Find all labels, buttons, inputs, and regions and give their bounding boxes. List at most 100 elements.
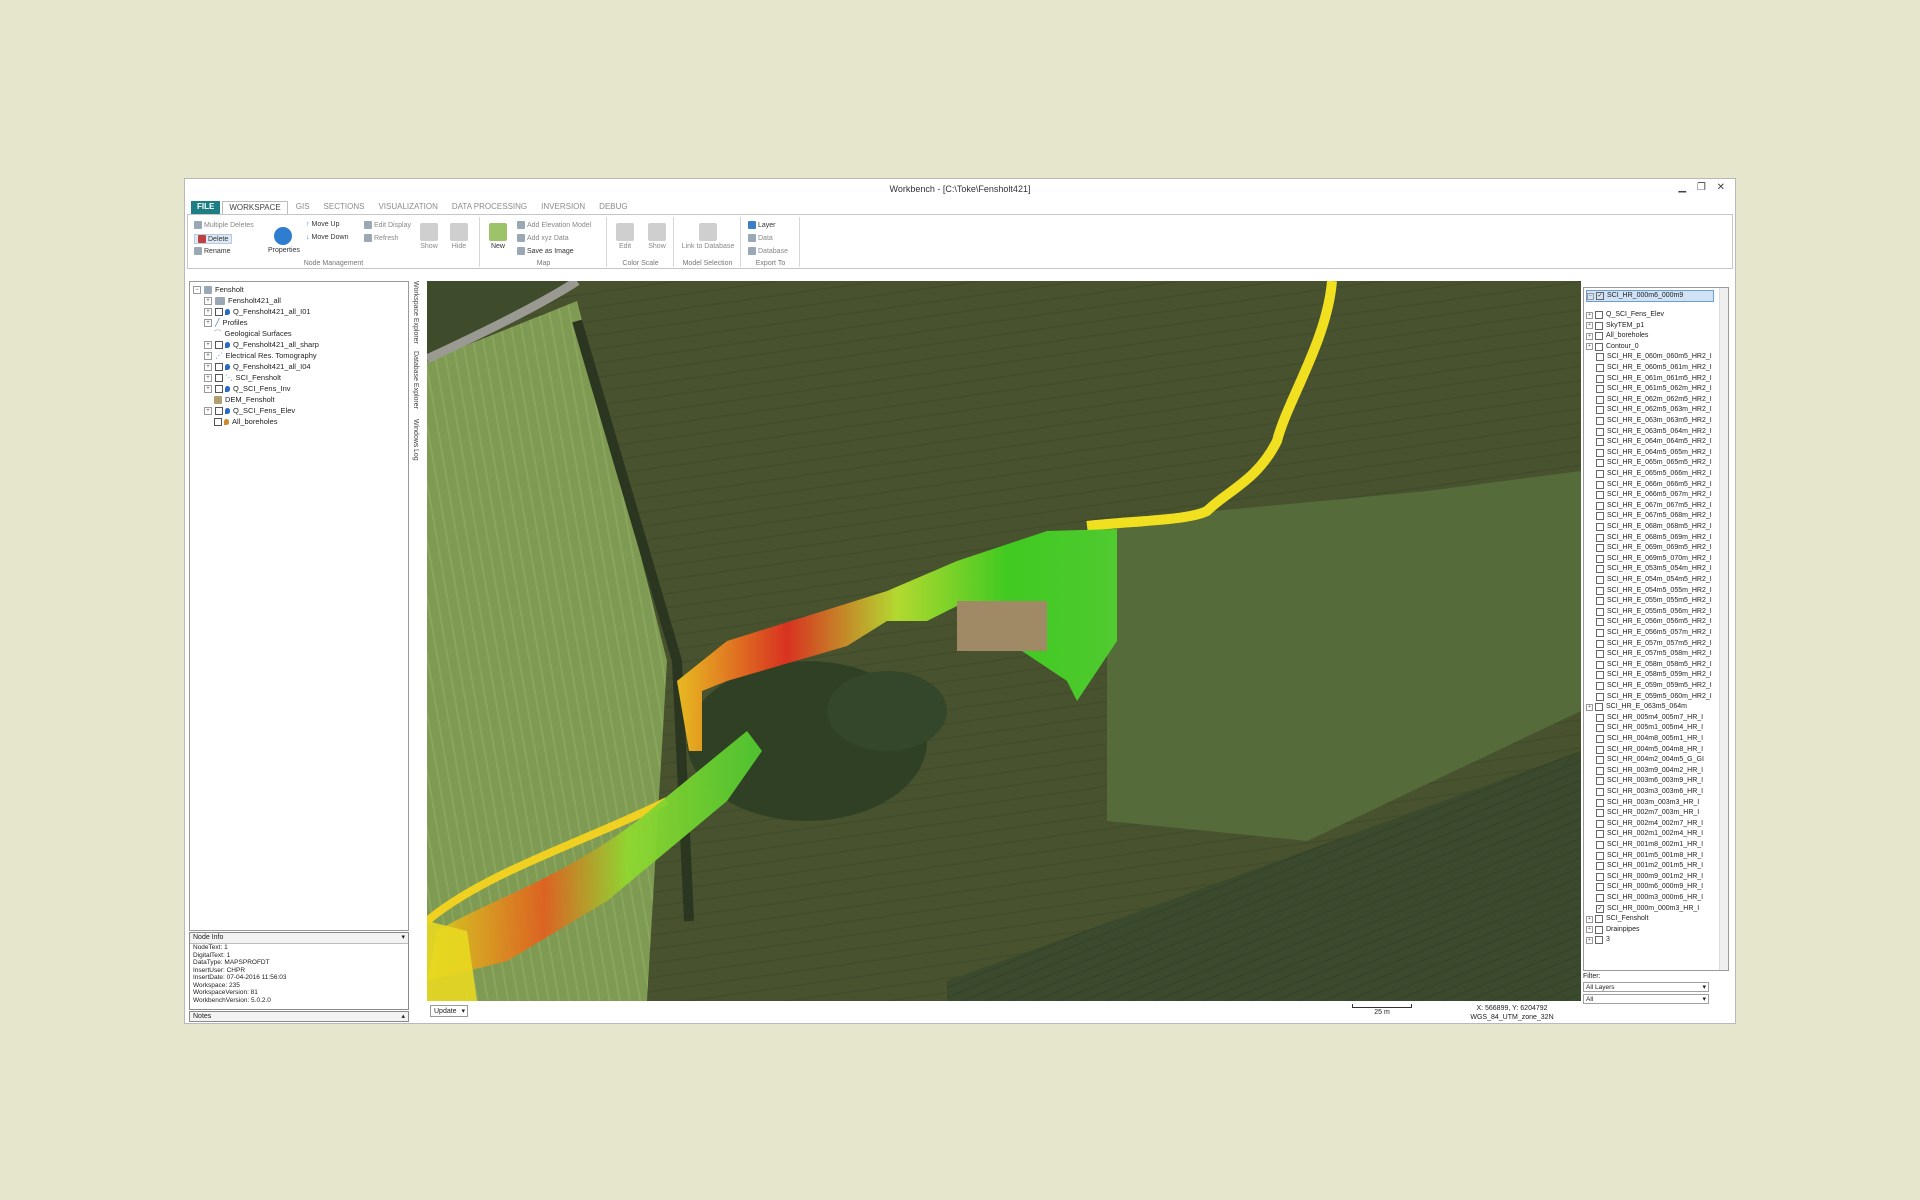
- checkbox[interactable]: [1596, 819, 1604, 828]
- layer-item[interactable]: SCI_HR_004m8_005m1_HR_I: [1596, 734, 1703, 744]
- properties-button[interactable]: Properties: [268, 227, 300, 254]
- aerial-map[interactable]: [427, 281, 1581, 1001]
- layer-item[interactable]: SCI_HR_002m7_003m_HR_I: [1596, 808, 1699, 818]
- checkbox[interactable]: [1596, 841, 1604, 849]
- collapse-icon[interactable]: −: [193, 285, 201, 294]
- tree-node[interactable]: + Q_Fensholt421_all_I01: [204, 306, 311, 317]
- layer-item[interactable]: SCI_HR_E_059m_059m5_HR2_I: [1596, 681, 1712, 691]
- checkbox[interactable]: [215, 406, 223, 415]
- layer-item[interactable]: SCI_HR_004m5_004m8_HR_I: [1596, 745, 1703, 755]
- checkbox[interactable]: [1596, 745, 1604, 754]
- checkbox[interactable]: [1596, 512, 1604, 521]
- checkbox[interactable]: [1596, 756, 1604, 765]
- node-info-header[interactable]: Node Info ▾: [190, 933, 408, 944]
- tree-node[interactable]: DEM_Fensholt: [214, 394, 275, 405]
- layer-list[interactable]: − ✓ SCI_HR_000m6_000m9 + Q_SCI_Fens_Elev + Sk…: [1583, 287, 1729, 971]
- checkbox[interactable]: [1596, 395, 1604, 404]
- checkbox[interactable]: [1595, 311, 1603, 319]
- expand-icon[interactable]: +: [1586, 936, 1593, 944]
- multiple-deletes-button[interactable]: Multiple Deletes: [194, 221, 254, 229]
- refresh-button[interactable]: Refresh: [364, 234, 399, 242]
- tab-debug[interactable]: DEBUG: [593, 201, 633, 214]
- layer-item[interactable]: + SkyTEM_p1: [1586, 321, 1644, 331]
- tree-node[interactable]: + ╱ Profiles: [204, 317, 248, 328]
- checkbox[interactable]: [1596, 872, 1604, 881]
- expand-icon[interactable]: +: [204, 384, 212, 393]
- layer-item[interactable]: SCI_HR_E_055m5_056m_HR2_I: [1596, 607, 1712, 617]
- layer-item[interactable]: SCI_HR_E_056m_056m5_HR2_I: [1596, 617, 1712, 627]
- tree-node[interactable]: + Fensholt421_all: [204, 295, 281, 306]
- add-elevation-button[interactable]: Add Elevation Model: [517, 221, 591, 229]
- layer-item[interactable]: SCI_HR_E_062m5_063m_HR2_I: [1596, 405, 1712, 415]
- notes-panel[interactable]: Notes ▴: [189, 1011, 409, 1022]
- layer-item[interactable]: SCI_HR_E_064m_064m5_HR2_I: [1596, 437, 1712, 447]
- layer-item-selected[interactable]: − ✓ SCI_HR_000m6_000m9: [1586, 290, 1714, 302]
- layer-item[interactable]: SCI_HR_002m1_002m4_HR_I: [1596, 829, 1703, 839]
- checkbox[interactable]: [1596, 501, 1604, 510]
- export-data-button[interactable]: Data: [748, 234, 773, 242]
- add-xyz-button[interactable]: Add xyz Data: [517, 234, 569, 242]
- chevron-down-icon[interactable]: ▾: [401, 933, 405, 943]
- checkbox[interactable]: [1595, 342, 1603, 351]
- tab-gis[interactable]: GIS: [290, 201, 316, 214]
- checkbox[interactable]: [1596, 713, 1604, 722]
- layer-item[interactable]: SCI_HR_E_068m5_069m_HR2_I: [1596, 533, 1712, 543]
- checkbox[interactable]: [1596, 597, 1604, 606]
- hide-button[interactable]: Hide: [444, 223, 474, 250]
- move-up-button[interactable]: ↑ Move Up: [306, 221, 340, 228]
- checkbox[interactable]: ✓: [1596, 292, 1604, 300]
- checkbox[interactable]: [1596, 523, 1604, 531]
- rename-button[interactable]: Rename: [194, 247, 230, 255]
- tree-node[interactable]: + ⋰ Electrical Res. Tomography: [204, 350, 317, 361]
- checkbox[interactable]: [1596, 862, 1604, 871]
- layer-item[interactable]: SCI_HR_E_058m_058m5_HR2_I: [1596, 660, 1712, 670]
- map-view[interactable]: [427, 281, 1581, 1001]
- checkbox[interactable]: [1596, 544, 1604, 553]
- new-map-button[interactable]: New: [483, 223, 513, 250]
- expand-icon[interactable]: −: [1587, 292, 1594, 300]
- checkbox[interactable]: [1596, 533, 1604, 542]
- checkbox[interactable]: [1596, 735, 1604, 743]
- layer-item[interactable]: SCI_HR_E_055m_055m5_HR2_I: [1596, 596, 1712, 606]
- checkbox[interactable]: [1596, 883, 1604, 892]
- checkbox[interactable]: [1596, 724, 1604, 733]
- window-controls[interactable]: ▁ ❐ ✕: [1678, 182, 1729, 193]
- filter-all-dropdown[interactable]: All: [1583, 994, 1709, 1005]
- layer-item[interactable]: SCI_HR_E_054m5_055m_HR2_I: [1596, 586, 1712, 596]
- checkbox[interactable]: [1596, 470, 1604, 478]
- layer-item[interactable]: SCI_HR_000m6_000m9_HR_I: [1596, 882, 1703, 892]
- checkbox[interactable]: [1596, 809, 1604, 818]
- tab-file[interactable]: FILE: [191, 201, 221, 214]
- expand-icon[interactable]: +: [1586, 332, 1593, 340]
- layer-item[interactable]: SCI_HR_E_067m5_068m_HR2_I: [1596, 511, 1712, 521]
- layer-item[interactable]: SCI_HR_E_061m5_062m_HR2_I: [1596, 384, 1712, 394]
- layer-item[interactable]: SCI_HR_005m4_005m7_HR_I: [1596, 713, 1703, 723]
- delete-button[interactable]: Delete: [194, 234, 233, 244]
- layer-item[interactable]: SCI_HR_E_063m_063m5_HR2_I: [1596, 416, 1712, 426]
- tree-node[interactable]: + ⋱ SCI_Fensholt: [204, 372, 281, 383]
- update-dropdown[interactable]: Update ▾: [430, 1005, 468, 1017]
- checkbox[interactable]: [1596, 576, 1604, 584]
- checkbox[interactable]: [1596, 607, 1604, 616]
- checkbox[interactable]: [1596, 385, 1604, 394]
- layer-item[interactable]: SCI_HR_E_059m5_060m_HR2_I: [1596, 692, 1712, 702]
- layer-item[interactable]: SCI_HR_000m3_000m6_HR_I: [1596, 893, 1703, 903]
- checkbox[interactable]: [1596, 777, 1604, 786]
- layer-item[interactable]: SCI_HR_E_069m_069m5_HR2_I: [1596, 543, 1712, 553]
- expand-icon[interactable]: +: [204, 307, 212, 316]
- checkbox[interactable]: [1596, 353, 1604, 362]
- layer-item[interactable]: + SCI_HR_E_063m5_064m: [1586, 702, 1687, 712]
- tab-windows[interactable]: Windows: [412, 419, 419, 447]
- show-color-scale-button[interactable]: Show: [642, 223, 672, 250]
- filter-layers-dropdown[interactable]: All Layers: [1583, 982, 1709, 993]
- checkbox[interactable]: [1596, 459, 1604, 468]
- checkbox[interactable]: [1596, 480, 1604, 489]
- tree-node[interactable]: All_boreholes: [214, 416, 277, 427]
- checkbox[interactable]: [1596, 671, 1604, 680]
- layer-item[interactable]: SCI_HR_000m9_001m2_HR_I: [1596, 872, 1703, 882]
- checkbox[interactable]: [1596, 374, 1604, 383]
- layer-item[interactable]: + Q_SCI_Fens_Elev: [1586, 310, 1664, 320]
- layer-item[interactable]: SCI_HR_004m2_004m5_G_GI: [1596, 755, 1704, 765]
- tab-workspace-explorer[interactable]: Workspace Explorer: [412, 281, 419, 344]
- checkbox[interactable]: [1596, 417, 1604, 425]
